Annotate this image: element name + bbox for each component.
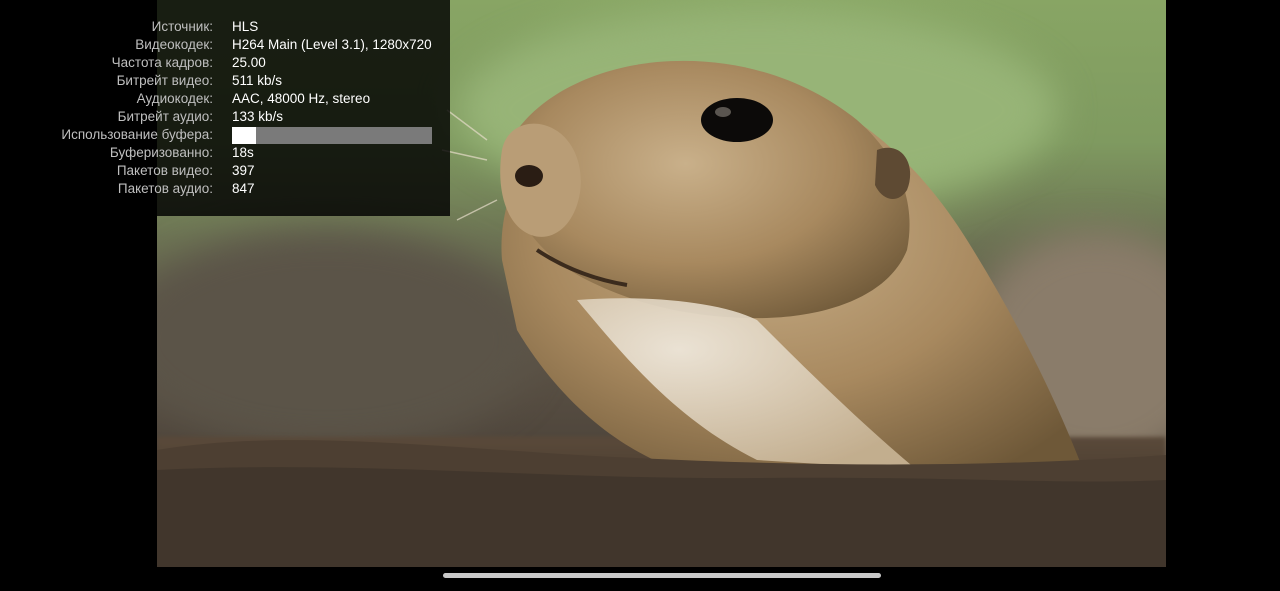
stats-label: Аудиокодек: <box>136 91 213 106</box>
stats-row-video-codec: Видеокодек: H264 Main (Level 3.1), 1280x… <box>0 36 450 54</box>
buffer-usage-bar <box>232 127 432 144</box>
stats-value: 18s <box>232 145 254 160</box>
buffer-usage-fill <box>232 127 256 144</box>
stats-row-audio-bitrate: Битрейт аудио: 133 kb/s <box>0 108 450 126</box>
stats-row-audio-codec: Аудиокодек: AAC, 48000 Hz, stereo <box>0 90 450 108</box>
stats-value: HLS <box>232 19 259 34</box>
stats-row-video-packets: Пакетов видео: 397 <box>0 162 450 180</box>
stats-value: AAC, 48000 Hz, stereo <box>232 91 371 106</box>
video-player[interactable]: Источник: HLS Видеокодек: H264 Main (Lev… <box>0 0 1280 591</box>
stats-value: 397 <box>232 163 255 178</box>
stats-label: Видеокодек: <box>135 37 213 52</box>
stats-row-video-bitrate: Битрейт видео: 511 kb/s <box>0 72 450 90</box>
stats-label: Буферизованно: <box>109 145 213 160</box>
stats-for-nerds-panel: Источник: HLS Видеокодек: H264 Main (Lev… <box>0 0 450 216</box>
stats-label: Использование буфера: <box>61 127 213 142</box>
stats-value: 133 kb/s <box>232 109 284 124</box>
stats-label: Пакетов аудио: <box>117 181 213 196</box>
stats-row-source: Источник: HLS <box>0 18 450 36</box>
stats-row-buffer-usage: Использование буфера: <box>0 126 450 144</box>
stats-label: Пакетов видео: <box>116 163 213 178</box>
stats-row-buffered: Буферизованно: 18s <box>0 144 450 162</box>
stats-row-frame-rate: Частота кадров: 25.00 <box>0 54 450 72</box>
home-indicator-bar[interactable] <box>443 573 881 578</box>
stats-label: Битрейт аудио: <box>117 109 213 124</box>
stats-value: H264 Main (Level 3.1), 1280x720 <box>232 37 432 52</box>
stats-label: Битрейт видео: <box>116 73 213 88</box>
stats-row-audio-packets: Пакетов аудио: 847 <box>0 180 450 198</box>
stats-label: Частота кадров: <box>111 55 213 70</box>
stats-value: 847 <box>232 181 255 196</box>
stats-value: 25.00 <box>232 55 266 70</box>
stats-label: Источник: <box>151 19 213 34</box>
stats-value: 511 kb/s <box>232 73 283 88</box>
